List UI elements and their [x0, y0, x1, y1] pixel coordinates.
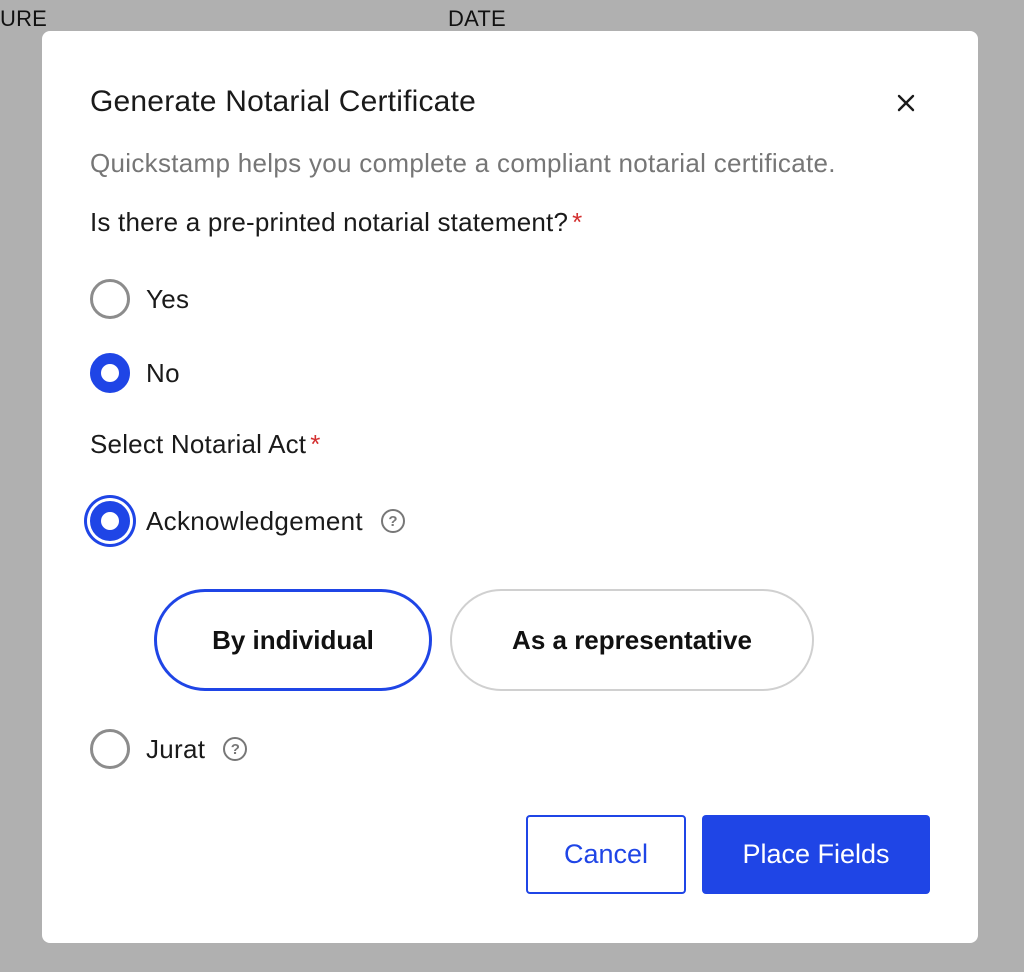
radio-label-jurat: Jurat — [146, 733, 206, 764]
notarial-act-label: Select Notarial Act * — [90, 429, 321, 460]
required-asterisk: * — [310, 429, 321, 459]
radio-label-yes: Yes — [146, 283, 190, 314]
close-icon — [897, 94, 915, 112]
question-circle-icon[interactable]: ? — [380, 509, 405, 533]
radio-button-no[interactable] — [90, 353, 130, 393]
notarial-certificate-dialog: Generate Notarial Certificate Quickstamp… — [42, 31, 978, 943]
radio-option-yes[interactable]: Yes — [90, 279, 189, 319]
radio-option-no[interactable]: No — [90, 353, 180, 393]
background-date-label: DATE — [448, 6, 506, 31]
radio-button-yes[interactable] — [90, 279, 130, 319]
radio-option-jurat[interactable]: Jurat ? — [90, 729, 248, 769]
background-signature-label: URE — [0, 6, 48, 31]
as-representative-option[interactable]: As a representative — [450, 589, 814, 691]
by-individual-option[interactable]: By individual — [154, 589, 432, 691]
notarial-act-text: Select Notarial Act — [90, 429, 307, 459]
preprinted-question-text: Is there a pre-printed notarial statemen… — [90, 207, 569, 237]
place-fields-button[interactable]: Place Fields — [702, 815, 930, 894]
radio-button-jurat[interactable] — [90, 729, 130, 769]
question-circle-icon[interactable]: ? — [223, 737, 248, 761]
radio-label-acknowledgement: Acknowledgement — [146, 505, 363, 536]
radio-option-acknowledgement[interactable]: Acknowledgement ? — [90, 501, 405, 541]
required-asterisk: * — [572, 207, 583, 237]
dialog-title: Generate Notarial Certificate — [90, 85, 476, 118]
cancel-button[interactable]: Cancel — [526, 815, 686, 894]
close-button[interactable] — [890, 87, 922, 119]
radio-button-acknowledgement[interactable] — [90, 501, 130, 541]
radio-label-no: No — [146, 357, 180, 388]
dialog-subtitle: Quickstamp helps you complete a complian… — [90, 148, 836, 178]
preprinted-question-label: Is there a pre-printed notarial statemen… — [90, 207, 582, 238]
